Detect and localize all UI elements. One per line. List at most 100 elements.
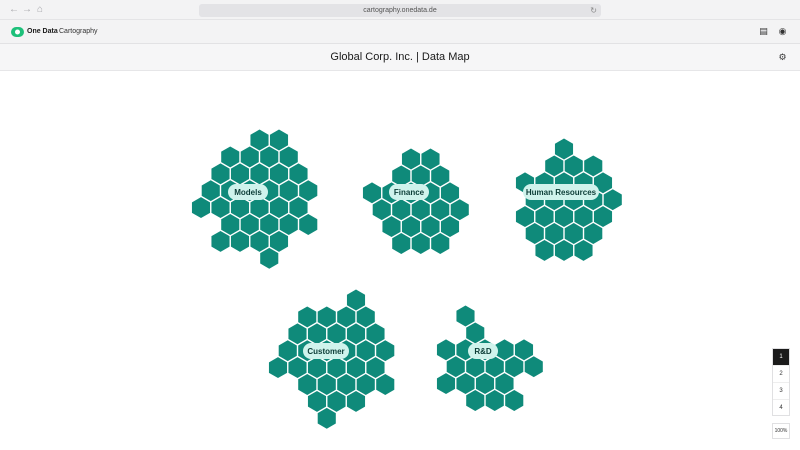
hex-cell[interactable]: [485, 356, 504, 378]
data-map[interactable]: Models Finance Human Resources Customer R&D: [0, 71, 800, 450]
hex-cell[interactable]: [279, 146, 298, 168]
hex-cell[interactable]: [221, 214, 240, 235]
hex-cell[interactable]: [446, 356, 465, 378]
hex-cell[interactable]: [456, 373, 475, 395]
app-name[interactable]: Cartography: [59, 26, 98, 38]
page-button-3[interactable]: 3: [773, 383, 789, 400]
url-bar[interactable]: cartography.onedata.de ↻: [199, 4, 601, 17]
hex-cell[interactable]: [307, 357, 327, 379]
hex-cell[interactable]: [525, 223, 544, 244]
hex-cell[interactable]: [269, 197, 289, 219]
hex-cell[interactable]: [269, 230, 289, 252]
hex-cell[interactable]: [279, 180, 298, 202]
hex-cell[interactable]: [240, 214, 259, 235]
hex-cell[interactable]: [327, 390, 346, 412]
hex-cell[interactable]: [278, 340, 297, 362]
hex-cell[interactable]: [411, 233, 430, 254]
hex-cell[interactable]: [431, 165, 450, 187]
hex-cell[interactable]: [431, 233, 450, 254]
hex-cell[interactable]: [545, 223, 564, 244]
page-button-4[interactable]: 4: [773, 400, 789, 417]
hex-cell[interactable]: [289, 163, 308, 185]
hex-cell[interactable]: [505, 390, 524, 411]
hex-cell[interactable]: [211, 230, 230, 252]
hex-cell[interactable]: [411, 165, 430, 187]
hex-cell[interactable]: [250, 230, 269, 252]
hex-cell[interactable]: [230, 163, 250, 185]
hex-cell[interactable]: [289, 197, 308, 219]
hex-cell[interactable]: [346, 289, 366, 311]
hex-cell[interactable]: [440, 216, 460, 238]
hex-cell[interactable]: [317, 306, 336, 328]
hex-cell[interactable]: [401, 148, 421, 170]
hex-cell[interactable]: [554, 239, 574, 261]
hex-cell[interactable]: [603, 189, 622, 211]
settings-icon[interactable]: ⚙: [777, 52, 788, 63]
hex-cell[interactable]: [545, 155, 564, 177]
one-data-logo-icon[interactable]: [11, 27, 24, 37]
hex-cell[interactable]: [456, 305, 475, 327]
hex-cell[interactable]: [337, 306, 356, 328]
hex-cell[interactable]: [211, 197, 230, 219]
hex-cell[interactable]: [288, 323, 307, 345]
region-r-d[interactable]: R&D: [436, 305, 543, 411]
region-models[interactable]: Models: [191, 129, 318, 269]
hex-cell[interactable]: [372, 199, 391, 221]
hex-cell[interactable]: [288, 357, 307, 379]
hex-cell[interactable]: [337, 374, 356, 395]
hex-cell[interactable]: [475, 373, 495, 395]
page-button-2[interactable]: 2: [773, 366, 789, 383]
user-account-icon[interactable]: ◉: [777, 26, 788, 37]
hex-cell[interactable]: [515, 206, 535, 228]
hex-cell[interactable]: [366, 323, 385, 345]
hex-cell[interactable]: [356, 340, 375, 362]
region-finance[interactable]: Finance: [362, 148, 469, 254]
hex-cell[interactable]: [376, 374, 395, 395]
home-icon[interactable]: ⌂: [34, 3, 46, 17]
hex-cell[interactable]: [554, 138, 574, 160]
hex-cell[interactable]: [307, 323, 327, 345]
hex-cell[interactable]: [401, 216, 421, 238]
hex-cell[interactable]: [466, 322, 485, 344]
hex-cell[interactable]: [211, 163, 230, 185]
hex-cell[interactable]: [362, 182, 382, 204]
hex-cell[interactable]: [250, 129, 269, 151]
hex-cell[interactable]: [564, 223, 583, 244]
hex-cell[interactable]: [466, 356, 485, 378]
hex-cell[interactable]: [260, 146, 279, 168]
hex-cell[interactable]: [298, 374, 317, 395]
hex-cell[interactable]: [440, 182, 460, 204]
hex-cell[interactable]: [466, 390, 485, 411]
hex-cell[interactable]: [584, 223, 603, 244]
zoom-level[interactable]: 100%: [772, 423, 790, 439]
hex-cell[interactable]: [250, 197, 269, 219]
hex-cell[interactable]: [298, 306, 317, 328]
hex-cell[interactable]: [450, 199, 469, 221]
hex-cell[interactable]: [574, 206, 593, 228]
reload-icon[interactable]: ↻: [590, 4, 597, 17]
hex-cell[interactable]: [346, 323, 366, 345]
region-human-resources[interactable]: Human Resources: [515, 138, 622, 261]
region-customer[interactable]: Customer: [268, 289, 395, 429]
hex-cell[interactable]: [495, 339, 514, 361]
page-button-1[interactable]: 1: [773, 349, 789, 366]
hex-cell[interactable]: [411, 199, 430, 221]
hex-cell[interactable]: [327, 357, 346, 379]
hex-cell[interactable]: [230, 197, 250, 219]
hex-cell[interactable]: [268, 357, 288, 379]
hex-cell[interactable]: [260, 247, 279, 269]
hex-cell[interactable]: [564, 155, 583, 177]
back-arrow-icon[interactable]: ←: [8, 3, 20, 17]
hex-cell[interactable]: [421, 148, 440, 170]
hex-cell[interactable]: [584, 155, 603, 177]
hex-cell[interactable]: [317, 407, 336, 429]
hex-cell[interactable]: [392, 233, 411, 254]
hex-cell[interactable]: [554, 206, 574, 228]
hex-cell[interactable]: [356, 374, 375, 395]
hex-cell[interactable]: [524, 356, 543, 378]
hex-cell[interactable]: [392, 199, 411, 221]
hex-cell[interactable]: [366, 357, 385, 379]
hex-cell[interactable]: [299, 214, 318, 235]
hex-cell[interactable]: [431, 199, 450, 221]
hex-cell[interactable]: [221, 146, 240, 168]
